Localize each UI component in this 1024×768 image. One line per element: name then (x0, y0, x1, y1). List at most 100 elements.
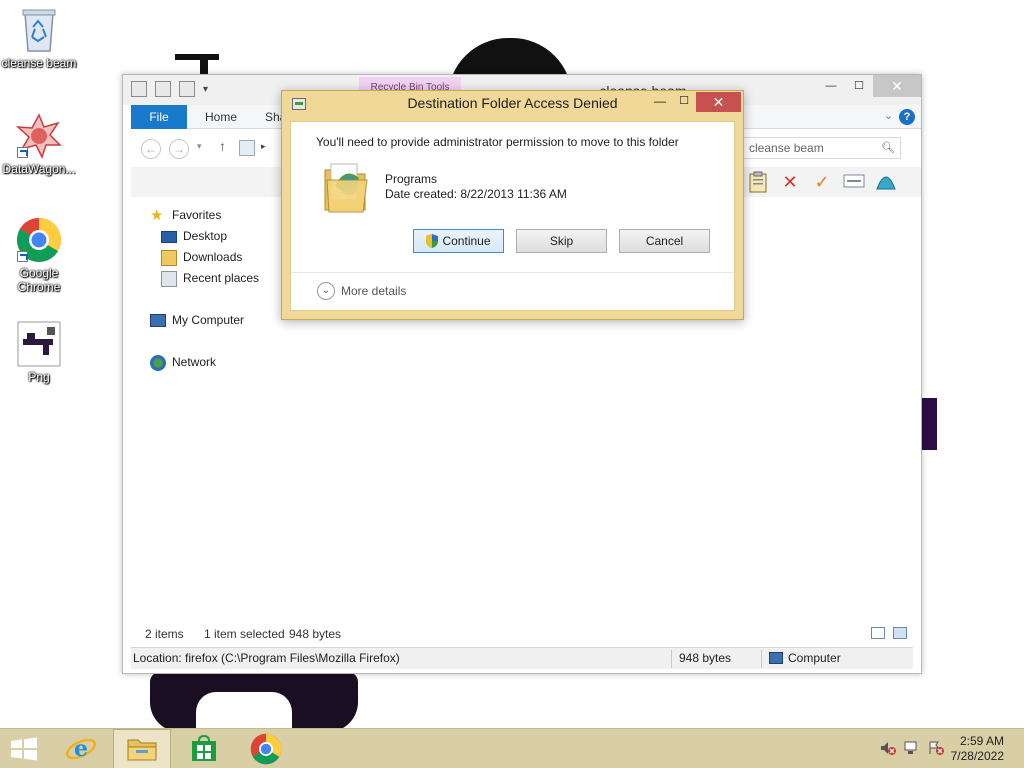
help-icon[interactable]: ? (899, 109, 915, 125)
recycle-bin-small-icon[interactable] (131, 81, 147, 97)
taskbar-file-explorer[interactable] (113, 729, 171, 768)
item-date-created: Date created: 8/22/2013 11:36 AM (385, 187, 567, 201)
windows-logo-icon (11, 737, 37, 761)
search-placeholder: cleanse beam (749, 141, 824, 155)
wallpaper-fragment (175, 54, 219, 60)
recycle-bin-icon (15, 6, 63, 54)
search-input[interactable]: cleanse beam 🔍︎ (743, 137, 901, 159)
volume-muted-icon[interactable] (880, 741, 896, 755)
start-button[interactable] (10, 737, 38, 761)
file-explorer-icon (127, 739, 157, 761)
internet-explorer-icon: e (65, 736, 97, 762)
access-denied-dialog: Destination Folder Access Denied — ☐ ✕ Y… (281, 90, 744, 320)
quick-access-toolbar: ▾ (131, 81, 208, 97)
window-controls: — ☐ ✕ (817, 75, 921, 97)
new-folder-icon[interactable] (179, 81, 195, 97)
desktop-folder-icon (161, 230, 177, 243)
status-bar: 2 items 1 item selected 948 bytes (131, 623, 921, 645)
separator (761, 650, 762, 668)
recent-places-icon (161, 270, 177, 287)
dialog-close-button[interactable]: ✕ (696, 92, 741, 112)
nav-label: Favorites (172, 208, 222, 222)
minimize-button[interactable]: — (817, 75, 845, 97)
address-recycle-bin-icon (239, 140, 255, 156)
system-clock[interactable]: 2:59 AM 7/28/2022 (946, 734, 1004, 764)
skip-button[interactable]: Skip (516, 229, 607, 253)
expand-ribbon-chevron-icon[interactable]: ⌄ (884, 109, 893, 122)
taskbar-google-chrome[interactable] (237, 729, 295, 768)
back-arrow-icon[interactable]: ← (141, 139, 161, 159)
tab-home[interactable]: Home (191, 105, 251, 129)
store-icon (192, 735, 216, 761)
large-icons-view-icon[interactable] (893, 627, 907, 639)
action-center-icon[interactable] (928, 741, 944, 755)
network-icon (150, 354, 166, 371)
desktop-icon-google-chrome[interactable]: Google Chrome (1, 216, 77, 294)
location-text: Location: firefox (C:\Program Files\Mozi… (133, 651, 400, 665)
desktop-icon-datawagon[interactable]: DataWagon... (1, 112, 77, 176)
dialog-minimize-button[interactable]: — (650, 95, 670, 109)
uac-shield-icon (426, 233, 439, 248)
nav-item-downloads[interactable]: Downloads (131, 247, 281, 268)
continue-button[interactable]: Continue (413, 229, 504, 253)
chevron-down-icon: ⌄ (317, 282, 335, 300)
forward-arrow-icon[interactable]: → (169, 139, 189, 159)
nav-label: My Computer (172, 313, 245, 327)
selection-count: 1 item selected (204, 627, 285, 641)
nav-item-my-computer[interactable]: My Computer (131, 310, 281, 331)
customize-qat-chevron-icon[interactable]: ▾ (203, 84, 208, 95)
taskbar-store[interactable] (175, 729, 233, 768)
selection-size: 948 bytes (289, 627, 342, 641)
recent-locations-chevron-icon[interactable]: ▾ (197, 141, 202, 152)
close-button[interactable]: ✕ (873, 75, 921, 97)
cancel-button[interactable]: Cancel (619, 229, 710, 253)
svg-text:e: e (74, 736, 88, 762)
nav-label: Desktop (183, 229, 228, 243)
png-file-icon (15, 320, 63, 368)
computer-icon (150, 314, 166, 327)
item-name: Programs (385, 172, 438, 186)
more-details-toggle[interactable]: ⌄ More details (317, 282, 406, 300)
star-icon: ★ (150, 206, 164, 224)
nav-item-network[interactable]: Network (131, 352, 281, 373)
shortcut-arrow-icon (17, 251, 28, 262)
wallpaper-fragment (196, 692, 292, 732)
taskbar-internet-explorer[interactable]: e (52, 729, 110, 768)
continue-label: Continue (442, 234, 491, 248)
chrome-icon (250, 733, 282, 765)
details-bar: Location: firefox (C:\Program Files\Mozi… (131, 647, 913, 669)
network-status-icon[interactable] (904, 741, 920, 755)
paste-icon[interactable] (747, 171, 769, 193)
nav-item-recent-places[interactable]: Recent places (131, 268, 281, 289)
navigation-pane: ★ Favorites Desktop Downloads Recent pla… (131, 205, 281, 373)
delete-icon[interactable]: ✕ (779, 171, 801, 193)
up-arrow-icon[interactable]: ↑ (219, 138, 226, 154)
desktop-icon-label: cleanse beam (1, 56, 77, 70)
computer-small-icon (769, 652, 783, 664)
more-details-label: More details (341, 284, 407, 298)
check-icon[interactable]: ✓ (811, 171, 833, 193)
tab-file[interactable]: File (131, 105, 187, 129)
maximize-button[interactable]: ☐ (845, 75, 873, 97)
desktop-icon-label: Png (28, 370, 50, 384)
dialog-body: You'll need to provide administrator per… (290, 121, 735, 311)
desktop-icon-label: Google Chrome (17, 266, 61, 294)
details-view-icon[interactable] (871, 627, 885, 639)
nav-label: Recent places (183, 271, 260, 285)
nav-item-desktop[interactable]: Desktop (131, 226, 281, 247)
dialog-maximize-button[interactable]: ☐ (674, 95, 694, 109)
shortcut-arrow-icon (17, 147, 28, 158)
separator (671, 650, 672, 668)
file-size-text: 948 bytes (679, 651, 732, 665)
dialog-message: You'll need to provide administrator per… (316, 135, 679, 149)
shell-icon[interactable] (875, 171, 897, 193)
nav-item-favorites[interactable]: ★ Favorites (131, 205, 281, 226)
properties-icon[interactable] (155, 81, 171, 97)
dialog-divider (291, 272, 734, 273)
desktop-icon-png[interactable]: Png (1, 320, 77, 384)
desktop-icon-recycle-bin[interactable]: cleanse beam (1, 6, 77, 70)
rename-icon[interactable] (843, 171, 865, 193)
breadcrumb-chevron-icon[interactable]: ▸ (261, 141, 266, 152)
datawagon-icon (15, 112, 63, 160)
nav-label: Downloads (183, 250, 243, 264)
